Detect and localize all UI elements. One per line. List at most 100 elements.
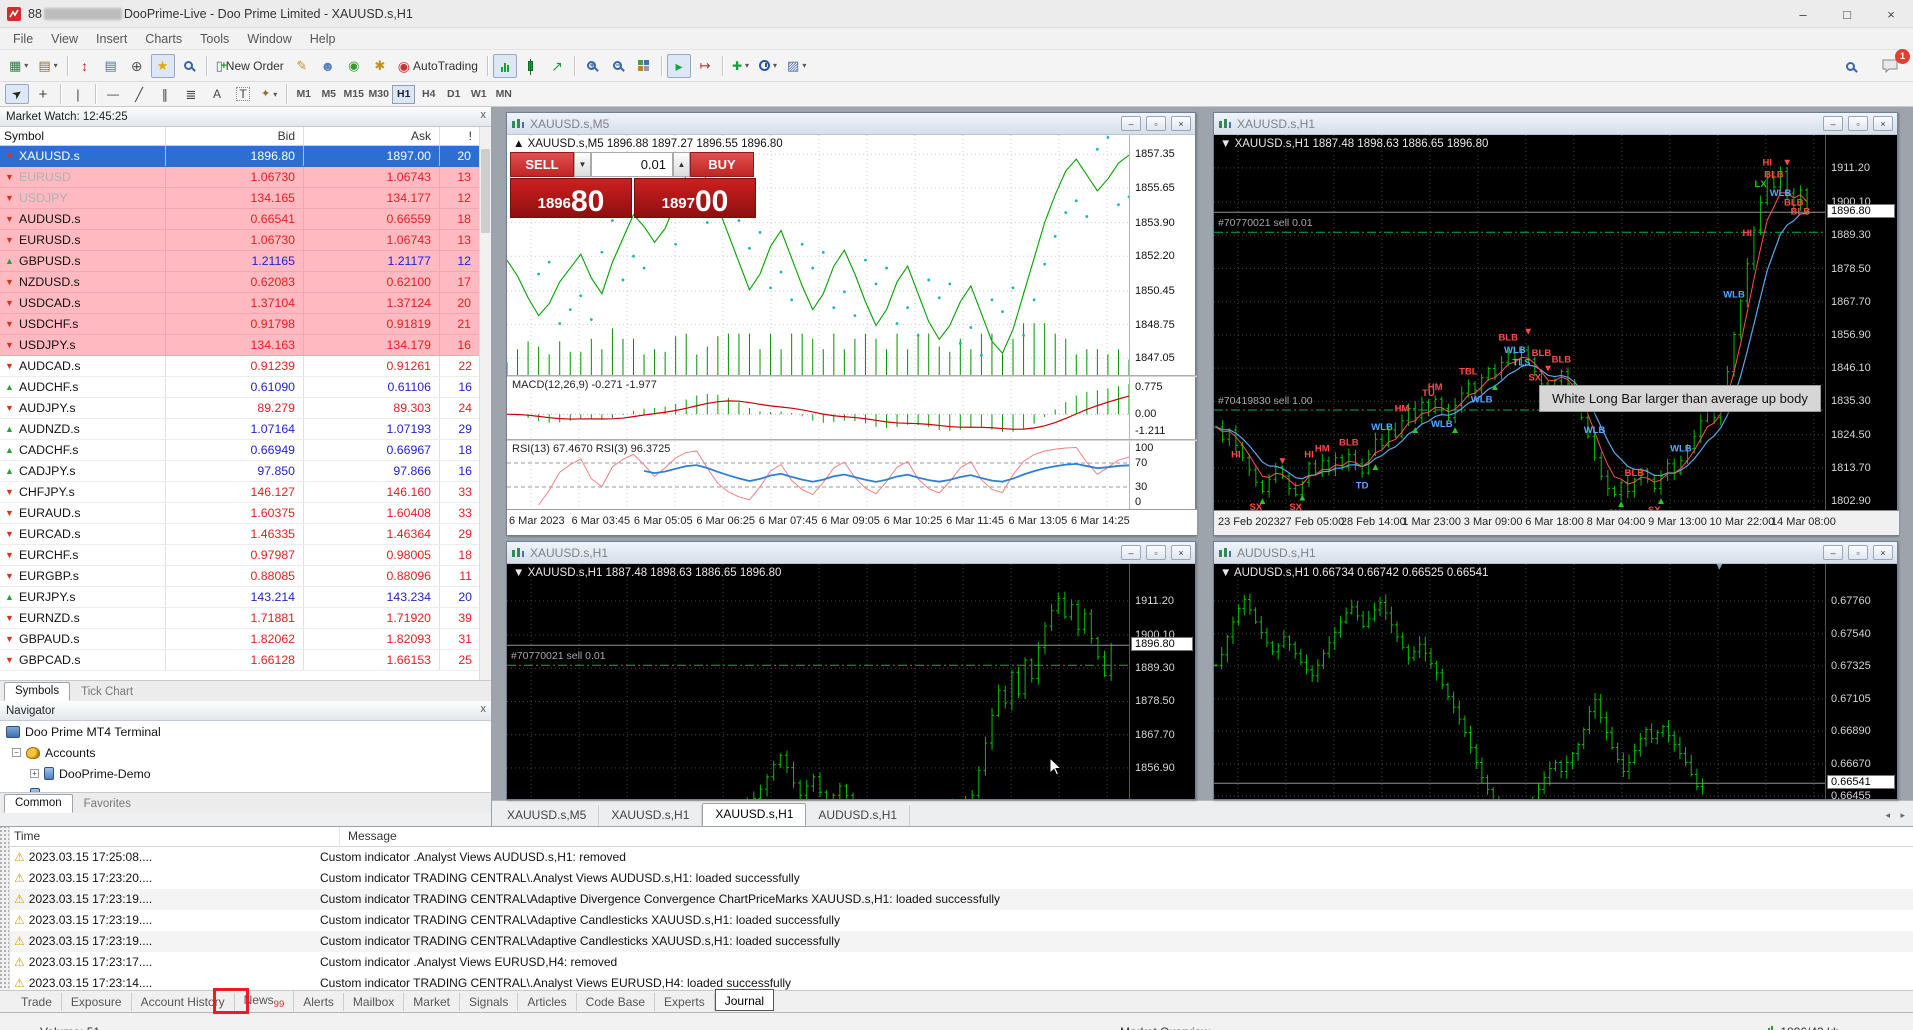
collapse-icon[interactable]: − <box>12 748 21 757</box>
table-row-CHFJPY.s[interactable]: ▼CHFJPY.s146.127146.16033 <box>0 482 491 503</box>
menu-help[interactable]: Help <box>301 30 345 48</box>
close-button[interactable]: × <box>1869 0 1913 28</box>
market-watch-close-icon[interactable]: x <box>481 109 487 121</box>
navigator-item-account-demo[interactable]: + DooPrime-Demo <box>0 763 491 784</box>
price-pane[interactable]: ▼▼ AUDUSD.s,H1 0.66734 0.66742 0.66525 0… <box>1214 564 1825 799</box>
arrows-button[interactable]: ✦▾ <box>257 84 281 104</box>
chart-tab-1[interactable]: XAUUSD.s,H1 <box>599 805 702 826</box>
navigator-header[interactable]: Navigator x <box>0 701 491 721</box>
autotrading-button[interactable]: ◉AutoTrading <box>394 54 482 78</box>
chart-shift-button[interactable]: ↦ <box>693 54 717 78</box>
menu-view[interactable]: View <box>42 30 87 48</box>
col-spread[interactable]: ! <box>440 127 480 145</box>
timeframe-m15-button[interactable]: M15 <box>342 85 365 104</box>
sell-button[interactable]: SELL <box>510 152 574 177</box>
window-close-button[interactable]: × <box>1171 545 1191 560</box>
navigator-close-icon[interactable]: x <box>481 703 487 715</box>
timeframe-m5-button[interactable]: M5 <box>317 85 340 104</box>
navigator-item-terminal[interactable]: Doo Prime MT4 Terminal <box>0 721 491 742</box>
window-restore-button[interactable]: ▫ <box>1848 116 1868 131</box>
tab-exposure[interactable]: Exposure <box>62 993 132 1011</box>
table-row-EURNZD.s[interactable]: ▼EURNZD.s1.718811.7192039 <box>0 608 491 629</box>
table-row-EURCHF.s[interactable]: ▼EURCHF.s0.979870.9800518 <box>0 545 491 566</box>
col-time[interactable]: Time <box>14 827 340 846</box>
terminal-button[interactable]: ★ <box>151 54 175 78</box>
community-button[interactable]: ✱ <box>368 54 392 78</box>
chart-body[interactable]: ▼▼ AUDUSD.s,H1 0.66734 0.66742 0.66525 0… <box>1214 564 1897 799</box>
text-button[interactable]: A <box>205 84 229 104</box>
table-row-EURGBP.s[interactable]: ▼EURGBP.s0.880850.8809611 <box>0 566 491 587</box>
table-row-EURUSD[interactable]: ▼EURUSD1.067301.0674313 <box>0 167 491 188</box>
col-bid[interactable]: Bid <box>166 127 304 145</box>
window-minimize-button[interactable]: – <box>1121 116 1141 131</box>
window-restore-button[interactable]: ▫ <box>1146 116 1166 131</box>
tab-articles[interactable]: Articles <box>518 993 576 1011</box>
market-watch-header[interactable]: Market Watch: 12:45:25 x <box>0 107 491 127</box>
strategy-tester-button[interactable] <box>177 54 201 78</box>
table-row-EURJPY.s[interactable]: ▲EURJPY.s143.214143.23420 <box>0 587 491 608</box>
candlestick-chart-button[interactable] <box>519 54 543 78</box>
price-pane[interactable]: #70770021 sell 0.01▼ XAUUSD.s,H1 1887.48… <box>507 564 1129 799</box>
tab-account-history[interactable]: Account History <box>132 993 235 1011</box>
table-row-GBPUSD.s[interactable]: ▲GBPUSD.s1.211651.2117712 <box>0 251 491 272</box>
chat-button[interactable]: 1 <box>1878 54 1902 78</box>
window-restore-button[interactable]: ▫ <box>1848 545 1868 560</box>
crosshair-button[interactable]: + <box>31 84 55 104</box>
table-row-AUDCHF.s[interactable]: ▲AUDCHF.s0.610900.6110616 <box>0 377 491 398</box>
tab-trade[interactable]: Trade <box>12 993 62 1011</box>
terminal-column-header[interactable]: Time Message <box>0 827 1913 847</box>
tab-tick-chart[interactable]: Tick Chart <box>71 684 143 701</box>
volume-decrease-button[interactable]: ▼ <box>574 152 591 177</box>
data-window-button[interactable]: ▤ <box>99 54 123 78</box>
chart-window-tl[interactable]: XAUUSD.s,M5–▫×▲ XAUUSD.s,M5 1896.88 1897… <box>506 112 1196 536</box>
fibonacci-button[interactable]: ≣ <box>179 84 203 104</box>
tab-news[interactable]: News99 <box>235 991 295 1012</box>
chart-tab-3[interactable]: AUDUSD.s,H1 <box>806 805 910 826</box>
table-row-EURAUD.s[interactable]: ▼EURAUD.s1.603751.6040833 <box>0 503 491 524</box>
tab-signals[interactable]: Signals <box>460 993 518 1011</box>
expand-icon[interactable]: + <box>30 769 39 778</box>
chart-window-titlebar[interactable]: XAUUSD.s,M5–▫× <box>507 113 1195 135</box>
cursor-button[interactable]: ➤ <box>5 84 29 104</box>
window-close-button[interactable]: × <box>1873 545 1893 560</box>
zoom-out-button[interactable]: − <box>606 54 630 78</box>
window-minimize-button[interactable]: – <box>1823 116 1843 131</box>
window-close-button[interactable]: × <box>1171 116 1191 131</box>
chart-window-titlebar[interactable]: XAUUSD.s,H1–▫× <box>507 542 1195 564</box>
zoom-in-button[interactable]: + <box>580 54 604 78</box>
price-pane[interactable]: HISX▲▼SX▲HIHMBLBTD▲WLBHM▲TUHMWLB▲TBLWLB▲… <box>1214 135 1825 510</box>
timeframe-h1-button[interactable]: H1 <box>392 85 415 104</box>
tab-mailbox[interactable]: Mailbox <box>344 993 404 1011</box>
rsi-pane[interactable]: RSI(13) 67.4670 RSI(3) 96.3725 <box>507 441 1129 509</box>
chart-window-bl[interactable]: XAUUSD.s,H1–▫×#70770021 sell 0.01▼ XAUUS… <box>506 541 1196 800</box>
volume-input[interactable]: 0.01 <box>591 152 673 177</box>
trendline-button[interactable]: ╱ <box>127 84 151 104</box>
text-label-button[interactable]: T <box>231 84 255 104</box>
volume-increase-button[interactable]: ▲ <box>673 152 690 177</box>
col-ask[interactable]: Ask <box>304 127 440 145</box>
table-row-EURCAD.s[interactable]: ▼EURCAD.s1.463351.4636429 <box>0 524 491 545</box>
chart-body[interactable]: HISX▲▼SX▲HIHMBLBTD▲WLBHM▲TUHMWLB▲TBLWLB▲… <box>1214 135 1897 535</box>
periods-button[interactable]: ▾ <box>755 54 781 78</box>
sell-price[interactable]: 189680 <box>510 178 632 218</box>
navigator-item-accounts[interactable]: − Accounts <box>0 742 491 763</box>
table-row-AUDCAD.s[interactable]: ▼AUDCAD.s0.912390.9126122 <box>0 356 491 377</box>
table-row-GBPCAD.s[interactable]: ▼GBPCAD.s1.661281.6615325 <box>0 650 491 671</box>
bar-chart-button[interactable] <box>493 54 517 78</box>
window-minimize-button[interactable]: – <box>1823 545 1843 560</box>
menu-tools[interactable]: Tools <box>191 30 238 48</box>
window-close-button[interactable]: × <box>1873 116 1893 131</box>
tab-code-base[interactable]: Code Base <box>577 993 655 1011</box>
macd-pane[interactable]: MACD(12,26,9) -0.271 -1.977 <box>507 377 1129 439</box>
table-row-GBPAUD.s[interactable]: ▼GBPAUD.s1.820621.8209331 <box>0 629 491 650</box>
table-row-USDJPY[interactable]: ▼USDJPY134.165134.17712 <box>0 188 491 209</box>
timeframe-mn-button[interactable]: MN <box>492 85 515 104</box>
window-restore-button[interactable]: ▫ <box>1146 545 1166 560</box>
vertical-line-button[interactable]: | <box>66 84 90 104</box>
maximize-button[interactable]: □ <box>1825 0 1869 28</box>
table-row-CADJPY.s[interactable]: ▲CADJPY.s97.85097.86616 <box>0 461 491 482</box>
chart-window-tr[interactable]: XAUUSD.s,H1–▫×HISX▲▼SX▲HIHMBLBTD▲WLBHM▲T… <box>1213 112 1898 536</box>
tile-windows-button[interactable] <box>632 54 656 78</box>
table-row-AUDJPY.s[interactable]: ▼AUDJPY.s89.27989.30324 <box>0 398 491 419</box>
tab-market[interactable]: Market <box>404 993 460 1011</box>
